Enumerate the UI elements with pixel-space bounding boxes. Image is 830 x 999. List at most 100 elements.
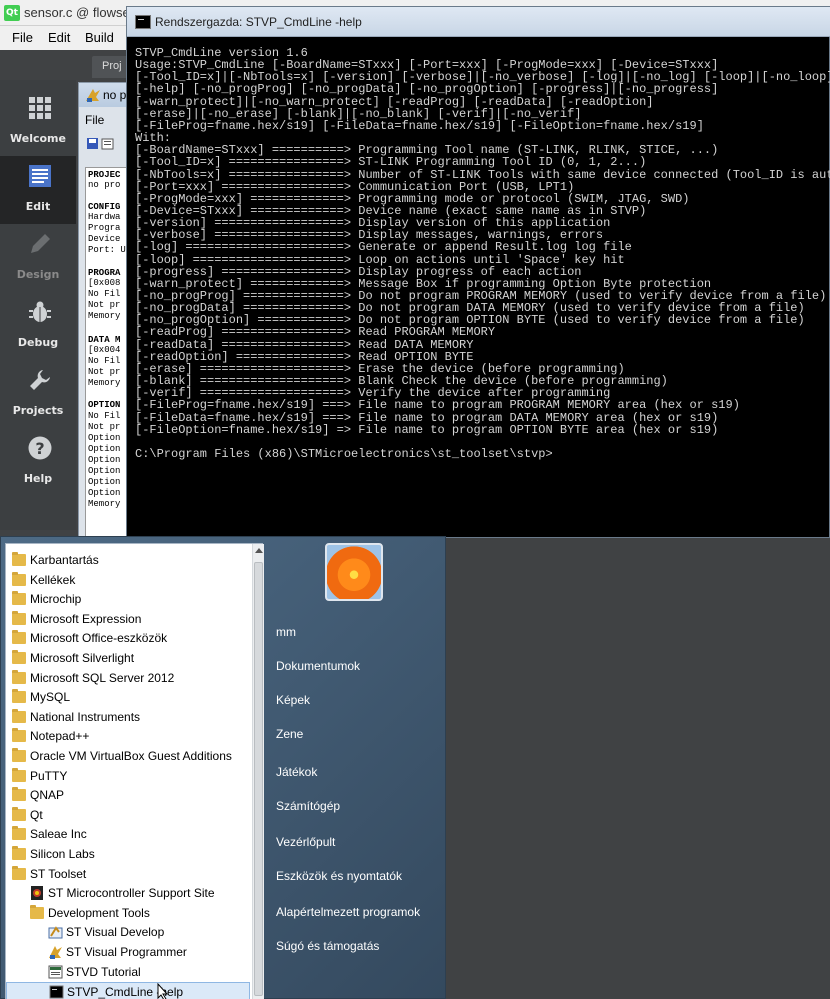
start-right-item[interactable]: Játékok — [276, 765, 317, 779]
program-item[interactable]: ST Visual Develop — [6, 923, 250, 942]
console-line: [-FileData=fname.hex/s19] ===> File name… — [135, 410, 719, 425]
start-right-item[interactable]: mm — [276, 625, 296, 639]
qt-logo-icon: Qt — [4, 5, 20, 21]
qt-menu-file[interactable]: File — [12, 30, 33, 45]
program-item-label: ST Microcontroller Support Site — [48, 886, 215, 901]
program-item[interactable]: Silicon Labs — [6, 845, 250, 864]
stvp-panel-line: Hardwa — [88, 212, 121, 222]
help-icon: ? — [28, 436, 52, 460]
console-line: [-log] ======================> Generate … — [135, 240, 632, 255]
mode-edit[interactable]: Edit — [0, 156, 76, 224]
console-line: C:\Program Files (x86)\STMicroelectronic… — [135, 446, 553, 461]
stvp-panel-line: Option — [88, 477, 121, 487]
console-line: [-FileProg=fname.hex/s19] [-FileData=fna… — [135, 118, 704, 133]
program-item-label: ST Visual Programmer — [66, 945, 187, 959]
qt-menu-build[interactable]: Build — [85, 30, 114, 45]
program-item[interactable]: Qt — [6, 806, 250, 825]
start-right-item[interactable]: Alapértelmezett programok — [276, 905, 420, 919]
program-item[interactable]: Notepad++ — [6, 727, 250, 746]
program-item-label: Kellékek — [30, 572, 76, 587]
program-item[interactable]: Microsoft Expression — [6, 610, 250, 629]
console-titlebar[interactable]: Rendszergazda: STVP_CmdLine -help — [127, 7, 830, 37]
program-item[interactable]: Microchip — [6, 590, 250, 609]
program-item[interactable]: QNAP — [6, 786, 250, 805]
mode-projects[interactable]: Projects — [0, 360, 76, 428]
program-item[interactable]: ST Microcontroller Support Site — [6, 884, 250, 903]
stvp-window-title: no p — [103, 88, 127, 102]
start-right-item[interactable]: Dokumentumok — [276, 659, 360, 673]
program-item[interactable]: MySQL — [6, 688, 250, 707]
program-item[interactable]: Kellékek — [6, 571, 250, 590]
web-link-icon — [31, 886, 43, 901]
qt-menu-edit[interactable]: Edit — [48, 30, 70, 45]
program-item[interactable]: Oracle VM VirtualBox Guest Additions — [6, 747, 250, 766]
program-item[interactable]: Development Tools — [6, 904, 250, 923]
qt-tab-label: Proj — [102, 60, 122, 72]
mode-label: Projects — [12, 404, 64, 417]
stvp-panel-line: Not pr — [88, 422, 121, 432]
user-picture-flower-icon[interactable] — [325, 543, 383, 601]
stvp-panel-line: [0x008 — [88, 278, 121, 288]
mode-debug[interactable]: Debug — [0, 292, 76, 360]
console-line: [-FileProg=fname.hex/s19] ===> File name… — [135, 398, 740, 413]
stvp-panel-line: [0x004 — [88, 345, 121, 355]
program-item-label: Silicon Labs — [30, 847, 95, 861]
folder-icon — [12, 689, 26, 704]
console-line: [-NbTools=x] ================> Number of… — [135, 167, 830, 182]
folder-icon — [12, 846, 26, 860]
stvp-panel-line: Port: U — [88, 245, 126, 255]
start-right-item[interactable]: Képek — [276, 693, 310, 707]
start-right-item[interactable]: Súgó és támogatás — [276, 939, 379, 953]
program-item[interactable]: STVP_CmdLine -help — [6, 982, 250, 999]
stvp-panel-line: Memory — [88, 499, 121, 509]
program-item[interactable]: Microsoft SQL Server 2012 — [6, 669, 250, 688]
console-line: [-Tool_ID=x] ================> ST-LINK P… — [135, 155, 647, 170]
scroll-up-icon[interactable] — [255, 548, 263, 553]
mode-welcome[interactable]: Welcome — [0, 88, 76, 156]
program-item[interactable]: Saleae Inc — [6, 825, 250, 844]
mode-help[interactable]: ? Help — [0, 428, 76, 496]
console-line: [-help] [-no_progProg] [-no_progData] [-… — [135, 82, 719, 97]
program-item-label: Microsoft SQL Server 2012 — [30, 670, 175, 685]
stvp-icon — [49, 946, 62, 959]
folder-icon — [12, 571, 26, 586]
mode-design[interactable]: Design — [0, 224, 76, 292]
program-item-label: Microsoft Expression — [30, 611, 142, 626]
program-item-label: ST Visual Develop — [66, 925, 165, 940]
program-item[interactable]: ST Toolset — [6, 865, 250, 884]
program-item[interactable]: PuTTY — [6, 767, 250, 786]
program-item-label: Notepad++ — [30, 729, 90, 744]
program-item[interactable]: Microsoft Silverlight — [6, 649, 250, 668]
stvp-panel-line: No Fil — [88, 289, 121, 299]
console-output[interactable]: STVP_CmdLine version 1.6 Usage:STVP_CmdLi… — [135, 47, 830, 537]
console-line: [-readData] =================> Read DATA… — [135, 337, 474, 352]
program-item[interactable]: STVD Tutorial — [6, 963, 250, 982]
console-icon — [135, 15, 151, 29]
program-item-label: National Instruments — [30, 709, 141, 724]
folder-icon — [12, 630, 26, 645]
program-item[interactable]: ST Visual Programmer — [6, 943, 250, 962]
start-menu: Karbantartás Kellékek Microchip Microsoft E… — [0, 536, 446, 999]
folder-icon — [12, 826, 26, 841]
program-item[interactable]: Microsoft Office-eszközök — [6, 629, 250, 648]
folder-icon — [12, 728, 26, 743]
program-item-label: QNAP — [30, 788, 65, 803]
scroll-thumb[interactable] — [254, 562, 263, 996]
start-right-item[interactable]: Zene — [276, 727, 303, 741]
stvp-panel-line: Not pr — [88, 300, 121, 310]
program-item[interactable]: National Instruments — [6, 708, 250, 727]
stvp-menu-file[interactable]: File — [85, 113, 104, 127]
program-item[interactable]: Karbantartás — [6, 551, 250, 570]
start-right-item[interactable]: Vezérlőpult — [276, 835, 335, 849]
program-item-label: Microsoft Silverlight — [30, 651, 135, 665]
folder-icon — [12, 708, 26, 723]
program-item-label: Karbantartás — [30, 553, 99, 567]
console-line: [-Port=xxx] =================> Communica… — [135, 179, 575, 194]
console-window[interactable]: Rendszergazda: STVP_CmdLine -help STVP_C… — [126, 6, 830, 538]
start-right-item[interactable]: Eszközök és nyomtatók — [276, 869, 402, 883]
stvp-panel-line: Option — [88, 488, 121, 498]
console-title: Rendszergazda: STVP_CmdLine -help — [155, 15, 362, 29]
bug-icon — [29, 301, 51, 322]
start-right-item[interactable]: Számítógép — [276, 799, 340, 813]
stvp-panel-line: Option — [88, 466, 121, 476]
